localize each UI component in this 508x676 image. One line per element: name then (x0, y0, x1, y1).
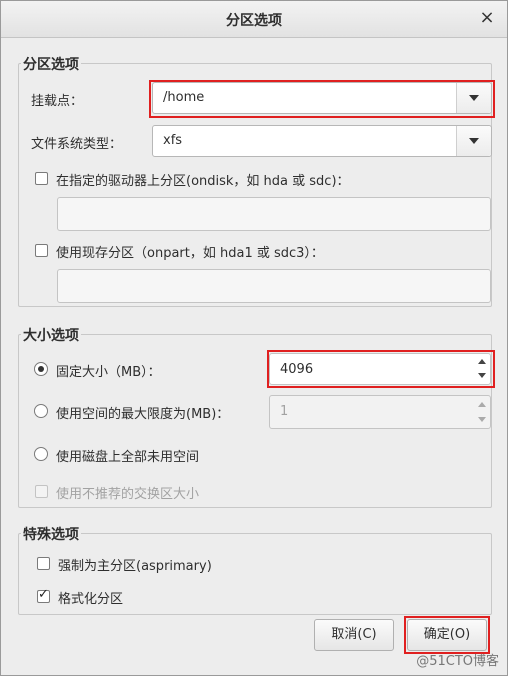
fs-type-dropdown-button[interactable] (456, 126, 491, 156)
recommended-swap-checkbox[interactable] (35, 485, 48, 498)
title-bar: 分区选项 × (1, 1, 507, 38)
window-title: 分区选项 (226, 13, 282, 29)
fs-type-value: xfs (163, 133, 183, 148)
decrement-button[interactable] (476, 413, 488, 427)
max-size-spinbox[interactable]: 1 (269, 395, 491, 429)
highlight-box (267, 350, 495, 388)
ondisk-label: 在指定的驱动器上分区(ondisk，如 hda 或 sdc)： (56, 174, 350, 189)
fixed-size-label: 固定大小（MB）： (56, 365, 161, 380)
fs-type-label: 文件系统类型： (31, 137, 123, 152)
max-size-value: 1 (280, 404, 289, 419)
arrow-up-icon (478, 402, 486, 407)
onpart-input[interactable] (57, 269, 491, 303)
ondisk-input[interactable] (57, 197, 491, 231)
size-options-title: 大小选项 (21, 325, 81, 345)
partition-options-title: 分区选项 (21, 54, 81, 74)
close-icon[interactable]: × (477, 8, 497, 28)
primary-partition-label: 强制为主分区(asprimary) (58, 559, 212, 574)
primary-partition-checkbox[interactable] (37, 557, 50, 570)
mount-point-label: 挂载点： (31, 94, 84, 109)
fill-disk-label: 使用磁盘上全部未用空间 (56, 450, 200, 465)
chevron-down-icon (469, 138, 479, 144)
arrow-down-icon (478, 417, 486, 422)
onpart-label: 使用现存分区（onpart，如 hda1 或 sdc3）： (56, 246, 324, 261)
onpart-checkbox[interactable] (35, 244, 48, 257)
highlight-box (404, 616, 490, 654)
cancel-button[interactable]: 取消(C) (314, 619, 394, 651)
max-size-radio[interactable] (34, 404, 48, 418)
recommended-swap-label: 使用不推荐的交换区大小 (56, 487, 200, 502)
fixed-size-radio[interactable] (34, 362, 48, 376)
watermark: @51CTO博客 (416, 654, 499, 669)
max-size-label: 使用空间的最大限度为(MB)： (56, 407, 230, 422)
fill-disk-radio[interactable] (34, 447, 48, 461)
highlight-box (149, 80, 495, 118)
ondisk-checkbox[interactable] (35, 172, 48, 185)
fs-type-combo[interactable]: xfs (152, 125, 492, 157)
increment-button[interactable] (476, 398, 488, 412)
format-partition-checkbox[interactable] (37, 587, 50, 603)
partition-options-dialog: 分区选项 × 分区选项 挂载点： /home 文件系统类型： xfs 在指定的驱… (0, 0, 508, 676)
format-partition-label: 格式化分区 (58, 592, 124, 607)
special-options-title: 特殊选项 (21, 524, 81, 544)
